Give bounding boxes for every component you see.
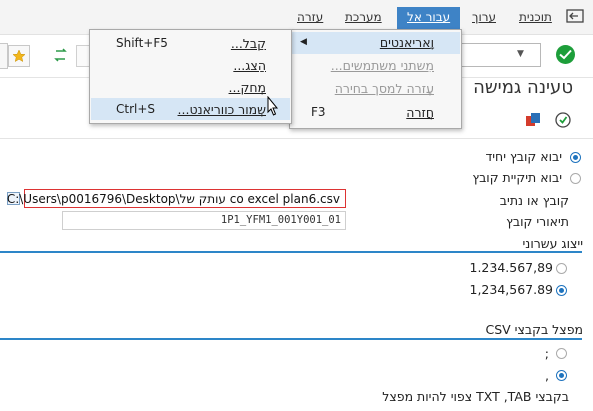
menu-help[interactable]: עזרה [297,10,323,24]
command-field[interactable] [454,43,541,67]
section-divider [0,251,582,253]
radio-single-file-label: יבוא קובץ יחיד [485,149,562,164]
menu-item-delete-variant[interactable]: מְחק... [91,76,290,98]
path-label: קובץ או נתיב [499,193,569,208]
radio-single-file[interactable] [570,152,581,163]
menu-item-save-variant-shortcut: Ctrl+S [116,102,156,116]
mouse-cursor-icon [264,95,282,121]
goto-menu: ◀ וָאריאנטים מִשתני משתמשים... עֶזרה למס… [289,29,462,129]
desc-label: תיאורי קובץ [506,214,569,229]
section-divider [0,338,582,340]
csv-option2-label: , [545,368,549,383]
menu-item-back-label: חֲזרה [406,105,434,120]
radio-decimal-option2[interactable] [556,285,567,296]
toolbar-button[interactable] [0,43,8,69]
path-input-value: C:\Users\p0016796\Desktop\עותק של co exc… [6,192,340,206]
menu-item-selection-help-label: עֶזרה למסך בחירה [334,81,434,96]
menu-item-variants-label: וָאריאנטים [379,35,434,50]
csv-option1-label: ; [544,346,549,361]
enter-check-icon[interactable] [556,45,575,64]
description-input[interactable]: 1P1_YFM1_001Y001_01 [62,211,346,230]
menu-item-delete-variant-label: מְחק... [228,80,266,95]
menu-item-selection-help[interactable]: עֶזרה למסך בחירה [291,77,460,99]
menu-item-get-variant[interactable]: Shift+F5 קַבל... [91,32,290,54]
chevron-down-icon[interactable]: ▼ [517,49,524,59]
description-input-value: 1P1_YFM1_001Y001_01 [220,214,341,226]
decimal-option1-label: 1.234.567,89 [469,260,554,275]
radio-folder-label: יבוא תיקיית קובץ [472,170,562,185]
decimal-option2-label: 1,234,567.89 [469,282,554,297]
menu-item-user-variables[interactable]: מִשתני משתמשים... [291,54,460,76]
radio-csv-comma[interactable] [556,370,567,381]
menu-goto-label: עבור אל [407,10,451,24]
execute-icon[interactable] [554,111,572,129]
menu-item-variants[interactable]: ◀ וָאריאנטים [291,32,460,54]
variant-icon[interactable] [524,111,542,129]
menu-goto[interactable]: עבור אל [397,7,460,29]
menu-edit[interactable]: ערוך [472,10,496,24]
menu-item-back-shortcut: F3 [311,105,326,119]
menu-program[interactable]: תוכנית [519,10,552,24]
path-input[interactable]: C:\Users\p0016796\Desktop\עותק של co exc… [7,189,346,208]
menu-item-back[interactable]: F3 חֲזרה [291,101,460,123]
star-icon [12,49,26,63]
menu-item-display-variant[interactable]: הַצג... [91,54,290,76]
submenu-arrow-icon: ◀ [300,37,307,47]
menu-item-get-variant-shortcut: Shift+F5 [116,36,168,50]
csv-note: בקבצי TXT ,TAB צפוי להיות מפצל [382,389,569,404]
decimal-section-title: ייצוג עשרוני [522,236,583,251]
menu-item-save-variant[interactable]: Ctrl+S שְמור כווריאנט... [91,98,290,120]
exit-icon[interactable] [566,9,584,23]
variants-submenu: Shift+F5 קַבל... הַצג... מְחק... Ctrl+S … [89,29,292,124]
page-title: טעינה גמישה [473,77,573,98]
menu-item-save-variant-label: שְמור כווריאנט... [177,102,266,117]
menu-item-user-variables-label: מִשתני משתמשים... [330,58,434,73]
radio-csv-semicolon[interactable] [556,348,567,359]
csv-section-title: מפצל בקבצי CSV [485,322,583,337]
transfer-icon[interactable] [51,45,71,65]
favorites-button[interactable] [8,45,30,67]
menu-item-display-variant-label: הַצג... [233,58,266,73]
radio-decimal-option1[interactable] [556,263,567,274]
menu-item-get-variant-label: קַבל... [230,36,266,51]
radio-folder[interactable] [570,173,581,184]
menu-system[interactable]: מערכת [345,10,382,24]
